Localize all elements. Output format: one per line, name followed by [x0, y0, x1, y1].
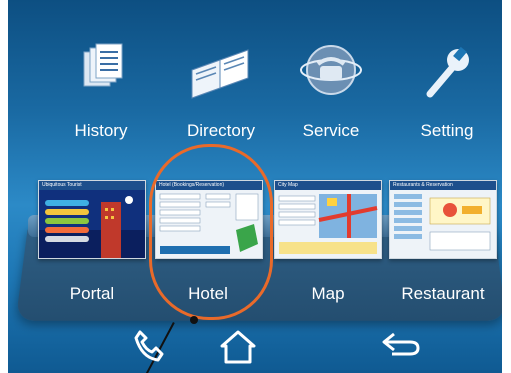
home-icon: [220, 330, 256, 364]
app-setting[interactable]: Setting: [392, 40, 502, 141]
thumb-title: Ubiquitous Tourist: [39, 181, 145, 190]
phone-button[interactable]: [130, 328, 166, 369]
thumb-restaurant[interactable]: Restaurants & Reservation: [389, 180, 497, 259]
home-button[interactable]: [218, 328, 258, 369]
thumb-title: City Map: [275, 181, 381, 190]
directory-book-icon: [186, 40, 256, 110]
wrench-icon: [412, 40, 482, 110]
app-directory[interactable]: Directory: [166, 40, 276, 141]
selection-ring: [149, 144, 273, 320]
shelf-label-restaurant: Restaurant: [401, 284, 485, 303]
thumb-title: Restaurants & Reservation: [390, 181, 496, 190]
shelf-label-map: Map: [311, 284, 345, 303]
app-label: Setting: [420, 121, 474, 140]
thumb-portal[interactable]: Ubiquitous Tourist: [38, 180, 146, 259]
app-label: History: [74, 121, 128, 140]
service-globe-icon: [296, 40, 366, 110]
back-button[interactable]: [380, 328, 424, 363]
pointer-dot: [190, 316, 198, 324]
device-screen: History Directory Service Setting Ubiqui…: [8, 0, 502, 373]
app-label: Service: [302, 121, 360, 140]
app-history[interactable]: History: [46, 40, 156, 141]
phone-icon: [134, 330, 164, 362]
back-arrow-icon: [382, 332, 420, 356]
history-documents-icon: [66, 40, 136, 110]
app-label: Directory: [186, 121, 255, 140]
thumb-map[interactable]: City Map: [274, 180, 382, 259]
app-service[interactable]: Service: [276, 40, 386, 141]
shelf-label-portal: Portal: [69, 284, 115, 303]
